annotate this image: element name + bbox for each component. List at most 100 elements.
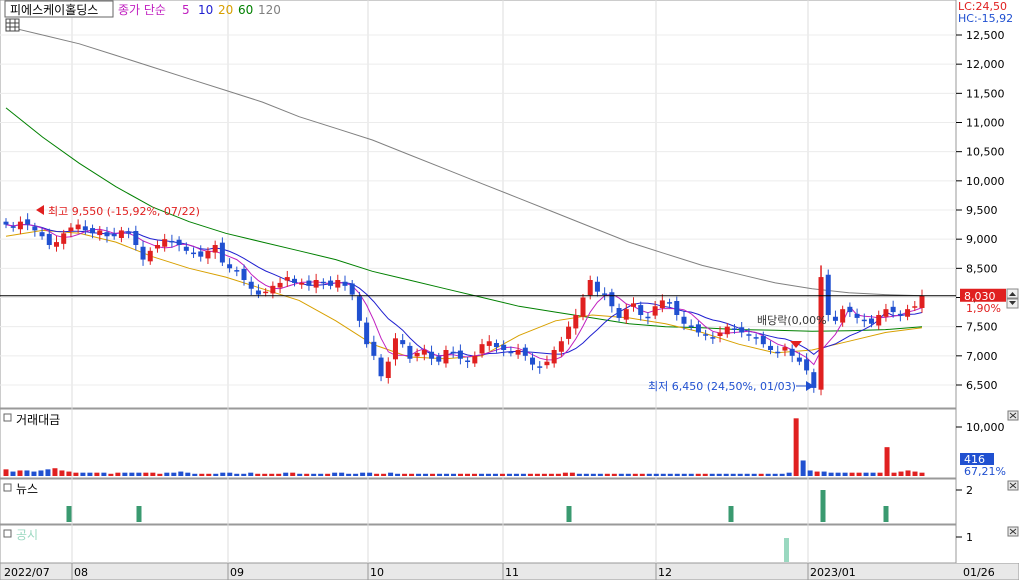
candle-body xyxy=(183,246,189,251)
volume-bar xyxy=(248,472,254,476)
candle-body xyxy=(890,306,896,313)
volume-bar xyxy=(136,472,142,476)
disclosure-panel[interactable] xyxy=(0,524,957,564)
news-panel[interactable] xyxy=(0,478,957,525)
candle-body xyxy=(905,309,911,317)
candle-body xyxy=(212,245,218,253)
candle-body xyxy=(515,350,521,355)
ma-60-label[interactable]: 60 xyxy=(238,3,253,17)
candle-body xyxy=(392,338,398,360)
candle-body xyxy=(638,305,644,315)
candle-body xyxy=(450,351,456,354)
ma-120-label[interactable]: 120 xyxy=(258,3,281,17)
volume-bar xyxy=(115,472,121,476)
candle-body xyxy=(861,319,867,322)
volume-bar xyxy=(80,472,86,476)
ma-5-label[interactable]: 5 xyxy=(182,3,190,17)
candle-body xyxy=(832,316,838,321)
volume-bar xyxy=(122,472,128,476)
candle-body xyxy=(176,239,182,245)
volume-panel[interactable] xyxy=(0,408,957,479)
volume-bar xyxy=(304,473,310,476)
volume-bar xyxy=(814,471,820,476)
volume-bar xyxy=(485,473,491,476)
volume-bar xyxy=(164,472,170,476)
volume-bar xyxy=(541,473,547,476)
volume-bar xyxy=(730,473,736,476)
volume-bar xyxy=(374,473,380,476)
price-scroll-up-icon[interactable] xyxy=(1006,288,1019,299)
news-bar xyxy=(883,506,889,522)
candle-body xyxy=(645,316,651,319)
volume-bar xyxy=(849,472,855,476)
volume-bar xyxy=(241,473,247,476)
candle-body xyxy=(551,350,557,364)
volume-bar xyxy=(290,472,296,476)
volume-bar xyxy=(842,472,848,476)
candle-body xyxy=(703,334,709,336)
candle-body xyxy=(61,233,67,244)
volume-bar xyxy=(108,473,114,476)
candle-body xyxy=(587,280,593,296)
volume-bar xyxy=(332,472,338,476)
candle-body xyxy=(630,303,636,307)
candle-body xyxy=(710,337,716,339)
candle-body xyxy=(75,224,81,230)
candle-body xyxy=(140,246,146,260)
volume-bar xyxy=(409,473,415,476)
disclosure-panel-close-icon[interactable] xyxy=(1007,526,1019,537)
volume-bar xyxy=(625,473,631,476)
price-panel[interactable] xyxy=(0,0,957,409)
volume-panel-close-icon[interactable] xyxy=(1007,410,1019,421)
candle-body xyxy=(508,351,514,354)
price-scroll-down-icon[interactable] xyxy=(1006,298,1019,309)
price-tick-label: 10,500 xyxy=(966,146,1005,159)
volume-bar xyxy=(346,473,352,476)
volume-bar xyxy=(185,472,191,476)
volume-bar xyxy=(3,469,9,476)
volume-bar xyxy=(87,472,93,476)
candle-body xyxy=(3,221,9,225)
volume-bar xyxy=(548,473,554,476)
x-axis-label: 10 xyxy=(370,566,384,579)
candle-body xyxy=(313,280,319,288)
x-axis-label: 11 xyxy=(505,566,519,579)
candle-body xyxy=(760,336,766,345)
price-tick-label: 9,000 xyxy=(966,233,998,246)
candle-body xyxy=(25,219,31,225)
candle-body xyxy=(400,340,406,345)
candle-body xyxy=(349,283,355,295)
volume-bar xyxy=(297,473,303,476)
candle-body xyxy=(378,357,384,377)
volume-bar xyxy=(458,473,464,476)
volume-bar xyxy=(311,473,317,476)
volume-bar xyxy=(492,473,498,476)
candle-body xyxy=(688,325,694,327)
volume-bar xyxy=(206,473,212,476)
price-tick-label: 7,000 xyxy=(966,350,998,363)
volume-bar xyxy=(758,473,764,476)
price-tick-label: 10,000 xyxy=(966,175,1005,188)
volume-bar xyxy=(555,473,561,476)
volume-bar xyxy=(772,473,778,476)
volume-bar xyxy=(66,471,72,476)
volume-bar xyxy=(751,473,757,476)
candle-body xyxy=(162,239,168,247)
disclosure-tick: 1 xyxy=(966,531,973,544)
news-bar xyxy=(136,506,142,522)
candle-body xyxy=(90,228,96,234)
ma-10-label[interactable]: 10 xyxy=(198,3,213,17)
candle-body xyxy=(652,306,658,316)
candle-body xyxy=(68,227,74,231)
low-annotation: 최저 6,450 (24,50%, 01/03) xyxy=(648,380,814,393)
candle-body xyxy=(198,251,204,257)
candle-body xyxy=(299,282,305,285)
candle-body xyxy=(782,347,788,351)
ma-20-label[interactable]: 20 xyxy=(218,3,233,17)
grid-toggle-icon[interactable] xyxy=(5,18,20,32)
news-panel-close-icon[interactable] xyxy=(1007,480,1019,491)
volume-bar xyxy=(660,473,666,476)
volume-bar xyxy=(709,473,715,476)
candle-body xyxy=(681,316,687,324)
volume-bar xyxy=(262,473,268,476)
